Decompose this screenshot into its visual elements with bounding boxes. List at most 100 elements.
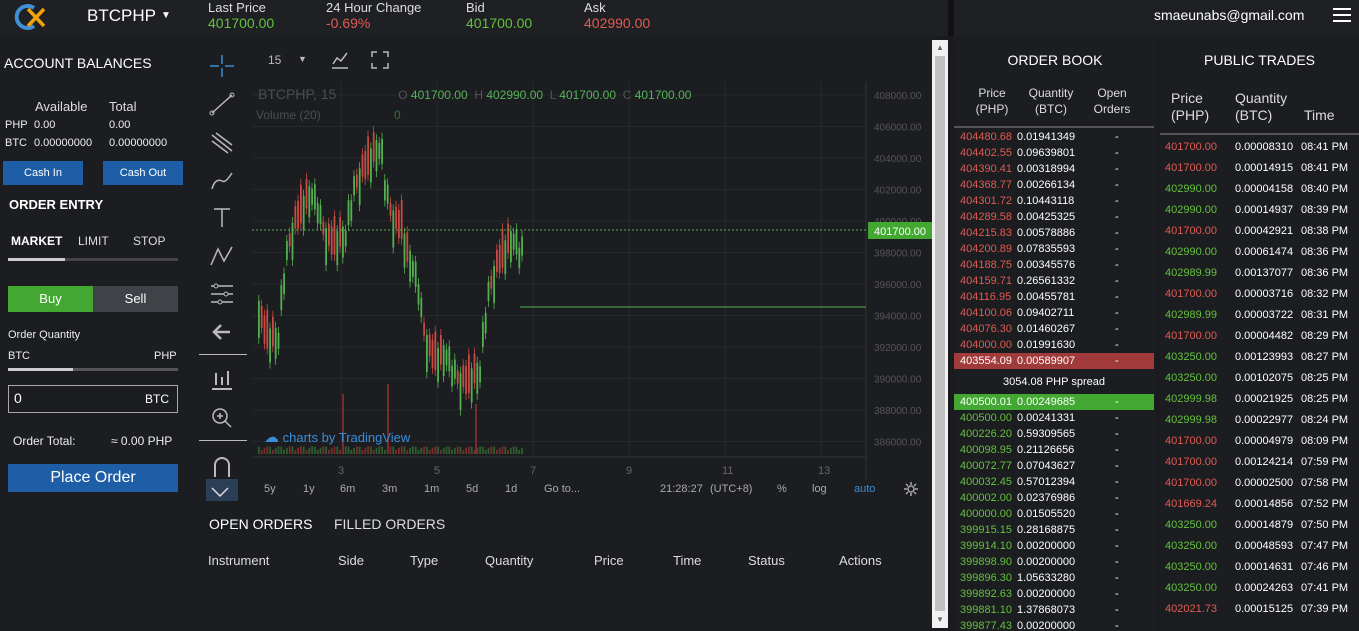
bid-row[interactable]: 400226.20 0.59309565 - [954, 426, 1154, 442]
period-1d[interactable]: 1d [505, 483, 517, 495]
period-1m[interactable]: 1m [424, 483, 439, 495]
tab-filled-orders[interactable]: FILLED ORDERS [334, 516, 445, 532]
bid-row[interactable]: 400002.00 0.02376986 - [954, 490, 1154, 506]
buy-button[interactable]: Buy [8, 286, 93, 312]
bid-row[interactable]: 400072.77 0.07043627 - [954, 458, 1154, 474]
period-3m[interactable]: 3m [382, 483, 397, 495]
bid-row[interactable]: 399896.30 1.05633280 - [954, 570, 1154, 586]
bid-row[interactable]: 400000.00 0.01505520 - [954, 506, 1154, 522]
bid-row[interactable]: 400098.95 0.21126656 - [954, 442, 1154, 458]
ask-row[interactable]: 404200.89 0.07835593 - [954, 241, 1154, 257]
ask-row[interactable]: 404402.55 0.09639801 - [954, 145, 1154, 161]
scroll-up-icon[interactable]: ▲ [936, 43, 944, 52]
indicators-icon[interactable] [330, 50, 350, 70]
percent-toggle[interactable]: % [777, 483, 787, 495]
pitchfork-icon[interactable] [208, 129, 236, 155]
back-arrow-icon[interactable] [208, 319, 236, 345]
period-1y[interactable]: 1y [303, 483, 315, 495]
zoom-icon[interactable] [208, 405, 236, 431]
scroll-down-icon[interactable]: ▼ [936, 615, 944, 624]
ask-row[interactable]: 404188.75 0.00345576 - [954, 257, 1154, 273]
auto-toggle[interactable]: auto [854, 483, 875, 495]
bid-row[interactable]: 400500.01 0.00249685 - [954, 394, 1154, 410]
ask-row[interactable]: 404301.72 0.10443118 - [954, 193, 1154, 209]
brush-icon[interactable] [208, 167, 236, 193]
row-price: 399896.30 [960, 572, 1012, 584]
header-unit: (PHP) [975, 102, 1009, 116]
period-5d[interactable]: 5d [466, 483, 478, 495]
candle [512, 233, 515, 250]
volume-bar [258, 446, 260, 454]
ask-row[interactable]: 404368.77 0.00266134 - [954, 177, 1154, 193]
price-chart[interactable]: 15 ▼ 408000.00 406000.00 404000.00 402000.0… [252, 36, 932, 502]
trendline-icon[interactable] [208, 91, 236, 117]
ticker-label: Last Price [208, 0, 266, 15]
row-price: 403554.09 [960, 355, 1012, 367]
balance-available: 0.00000000 [34, 137, 93, 149]
magnet-icon[interactable] [208, 453, 236, 479]
candle [375, 140, 378, 172]
ticker-bid: Bid 401700.00 [466, 1, 532, 32]
quantity-input[interactable] [14, 390, 124, 406]
period-5y[interactable]: 5y [264, 483, 276, 495]
trade-price: 401700.00 [1165, 288, 1217, 300]
place-order-button[interactable]: Place Order [8, 464, 178, 492]
crosshair-icon[interactable] [208, 53, 236, 79]
pattern-icon[interactable] [208, 243, 236, 269]
quantity-field[interactable]: BTC [8, 385, 178, 413]
ask-row[interactable]: 404289.58 0.00425325 - [954, 209, 1154, 225]
trade-quantity: 0.00014879 [1235, 519, 1294, 531]
ask-row[interactable]: 404000.00 0.01991630 - [954, 337, 1154, 353]
candle [347, 200, 350, 226]
ticker-24h-change: 24 Hour Change -0.69% [326, 1, 421, 32]
ask-row[interactable]: 403554.09 0.00589907 - [954, 353, 1154, 369]
trade-price: 402999.98 [1165, 393, 1217, 405]
bid-row[interactable]: 400032.45 0.57012394 - [954, 474, 1154, 490]
tradingview-credit[interactable]: ☁ charts by TradingView [264, 428, 410, 446]
bid-row[interactable]: 399877.43 0.00200000 - [954, 618, 1154, 631]
bid-row[interactable]: 399892.63 0.00200000 - [954, 586, 1154, 602]
bid-row[interactable]: 399898.90 0.00200000 - [954, 554, 1154, 570]
fullscreen-icon[interactable] [370, 50, 390, 70]
gear-icon[interactable] [904, 482, 918, 496]
user-email[interactable]: smaeunabs@gmail.com [1154, 7, 1304, 23]
ask-row[interactable]: 404390.41 0.00318994 - [954, 161, 1154, 177]
cash-in-button[interactable]: Cash In [3, 161, 83, 185]
go-to-button[interactable]: Go to... [544, 483, 580, 495]
volume-bar [302, 446, 305, 454]
chart-canvas[interactable]: 408000.00406000.00404000.00402000.004000… [252, 82, 932, 480]
tab-market[interactable]: MARKET [11, 234, 62, 248]
bid-row[interactable]: 399914.10 0.00200000 - [954, 538, 1154, 554]
tab-stop[interactable]: STOP [133, 234, 165, 248]
interval-selector[interactable]: 15 [268, 53, 281, 67]
bid-row[interactable]: 399881.10 1.37868073 - [954, 602, 1154, 618]
tab-limit[interactable]: LIMIT [78, 234, 109, 248]
fib-icon[interactable] [208, 281, 236, 307]
chart-timezone[interactable]: (UTC+8) [710, 483, 752, 495]
sell-button[interactable]: Sell [93, 286, 178, 312]
ask-row[interactable]: 404480.68 0.01941349 - [954, 129, 1154, 145]
text-tool-icon[interactable] [208, 205, 236, 231]
row-open-orders: - [1115, 339, 1119, 351]
ticker-value: 402990.00 [584, 15, 651, 31]
ask-row[interactable]: 404159.71 0.26561332 - [954, 273, 1154, 289]
chevron-down-icon[interactable] [206, 479, 238, 501]
ask-row[interactable]: 404215.83 0.00578886 - [954, 225, 1154, 241]
scroll-thumb[interactable] [935, 56, 945, 611]
tab-open-orders[interactable]: OPEN ORDERS [209, 516, 312, 532]
ask-row[interactable]: 404076.30 0.01460267 - [954, 321, 1154, 337]
bid-row[interactable]: 400500.00 0.00241331 - [954, 410, 1154, 426]
bid-row[interactable]: 399915.15 0.28168875 - [954, 522, 1154, 538]
measure-icon[interactable] [208, 367, 236, 393]
log-toggle[interactable]: log [812, 483, 827, 495]
hamburger-icon[interactable] [1333, 8, 1351, 22]
row-quantity: 0.07043627 [1017, 460, 1076, 472]
ask-row[interactable]: 404100.06 0.09402711 - [954, 305, 1154, 321]
scrollbar[interactable]: ▲ ▼ [932, 40, 948, 628]
quantity-slider[interactable] [8, 368, 178, 371]
pair-selector[interactable]: BTCPHP ▼ [87, 6, 171, 26]
period-6m[interactable]: 6m [340, 483, 355, 495]
trade-price: 401700.00 [1165, 141, 1217, 153]
cash-out-button[interactable]: Cash Out [103, 161, 183, 185]
ask-row[interactable]: 404116.95 0.00455781 - [954, 289, 1154, 305]
